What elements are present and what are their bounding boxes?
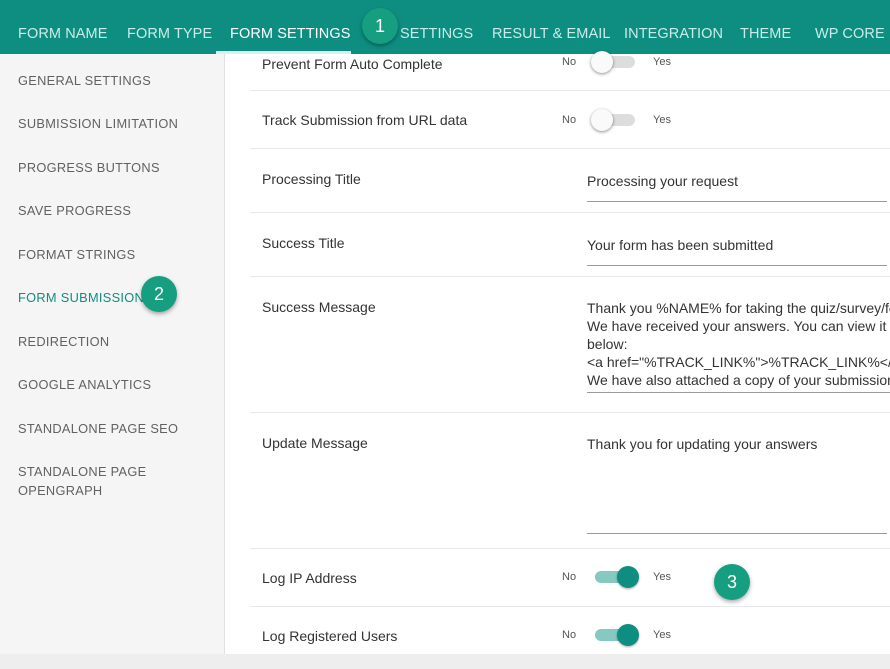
tab-form-settings[interactable]: FORM SETTINGS — [230, 0, 351, 54]
toggle-switch[interactable] — [591, 51, 635, 73]
form-submission-settings-panel: Prevent Form Auto Complete No Yes Track … — [225, 51, 890, 654]
toggle-yes-label: Yes — [653, 114, 671, 126]
setting-row-log-registered: Log Registered Users No Yes — [250, 606, 890, 654]
toggle-yes-label: Yes — [653, 629, 671, 641]
tab-result-email[interactable]: RESULT & EMAIL — [492, 0, 611, 54]
setting-label: Processing Title — [262, 171, 361, 187]
toggle-switch[interactable] — [595, 566, 639, 588]
tab-wp-core[interactable]: WP CORE — [815, 0, 885, 54]
setting-row-update-message: Update Message Thank you for updating yo… — [250, 412, 890, 549]
sidebar-item-redirection[interactable]: REDIRECTION — [18, 332, 109, 351]
toggle-yes-label: Yes — [653, 56, 671, 68]
toggle-no-label: No — [562, 629, 577, 641]
setting-label: Log IP Address — [262, 570, 357, 586]
toggle-no-label: No — [562, 56, 577, 68]
tab-form-type[interactable]: FORM TYPE — [127, 0, 212, 54]
toggle-knob — [617, 566, 639, 588]
setting-label: Update Message — [262, 435, 368, 451]
toggle-switch[interactable] — [595, 624, 639, 646]
setting-row-track-url: Track Submission from URL data No Yes — [250, 90, 890, 149]
toggle-knob — [591, 109, 613, 131]
toggle-no-label: No — [562, 571, 577, 583]
sidebar-item-progress-buttons[interactable]: PROGRESS BUTTONS — [18, 158, 160, 177]
sidebar-item-general-settings[interactable]: GENERAL SETTINGS — [18, 71, 151, 90]
processing-title-input[interactable]: Processing your request — [587, 172, 887, 202]
bottom-scroll-strip — [0, 654, 890, 669]
toggle-switch[interactable] — [591, 109, 635, 131]
setting-row-success-message: Success Message Thank you %NAME% for tak… — [250, 276, 890, 413]
setting-row-processing-title: Processing Title Processing your request — [250, 148, 890, 213]
sidebar-item-format-strings[interactable]: FORMAT STRINGS — [18, 245, 135, 264]
success-title-input[interactable]: Your form has been submitted — [587, 236, 887, 266]
tab-theme[interactable]: THEME — [740, 0, 791, 54]
tab-settings[interactable]: SETTINGS — [400, 0, 473, 54]
setting-row-prevent-autocomplete: Prevent Form Auto Complete No Yes — [250, 51, 890, 91]
toggle-knob — [591, 51, 613, 73]
toggle-yes-label: Yes — [653, 571, 671, 583]
setting-row-log-ip: Log IP Address No Yes — [250, 548, 890, 607]
toggle-no-label: No — [562, 114, 577, 126]
setting-label: Track Submission from URL data — [262, 112, 468, 128]
setting-label: Prevent Form Auto Complete — [262, 56, 443, 72]
sidebar-item-form-submission[interactable]: FORM SUBMISSION — [18, 288, 144, 307]
sidebar-item-submission-limitation[interactable]: SUBMISSION LIMITATION — [18, 114, 178, 133]
setting-label: Log Registered Users — [262, 628, 398, 644]
annotation-badge-1: 1 — [362, 8, 398, 44]
toggle-knob — [617, 624, 639, 646]
tab-form-name[interactable]: FORM NAME — [18, 0, 108, 54]
setting-label: Success Message — [262, 299, 376, 315]
annotation-badge-3: 3 — [714, 564, 750, 600]
sidebar-item-google-analytics[interactable]: GOOGLE ANALYTICS — [18, 375, 151, 394]
update-message-textarea[interactable]: Thank you for updating your answers — [587, 435, 887, 534]
sidebar-item-standalone-page-opengraph[interactable]: STANDALONE PAGE OPENGRAPH — [18, 462, 146, 500]
annotation-badge-2: 2 — [141, 276, 177, 312]
settings-sidebar: GENERAL SETTINGS SUBMISSION LIMITATION P… — [0, 54, 225, 654]
success-message-textarea[interactable]: Thank you %NAME% for taking the quiz/sur… — [587, 299, 890, 393]
setting-label: Success Title — [262, 235, 345, 251]
top-tab-bar: FORM NAME FORM TYPE FORM SETTINGS SETTIN… — [0, 0, 890, 54]
setting-row-success-title: Success Title Your form has been submitt… — [250, 212, 890, 277]
tab-integration[interactable]: INTEGRATION — [624, 0, 723, 54]
sidebar-item-standalone-page-seo[interactable]: STANDALONE PAGE SEO — [18, 419, 178, 438]
sidebar-item-save-progress[interactable]: SAVE PROGRESS — [18, 201, 131, 220]
